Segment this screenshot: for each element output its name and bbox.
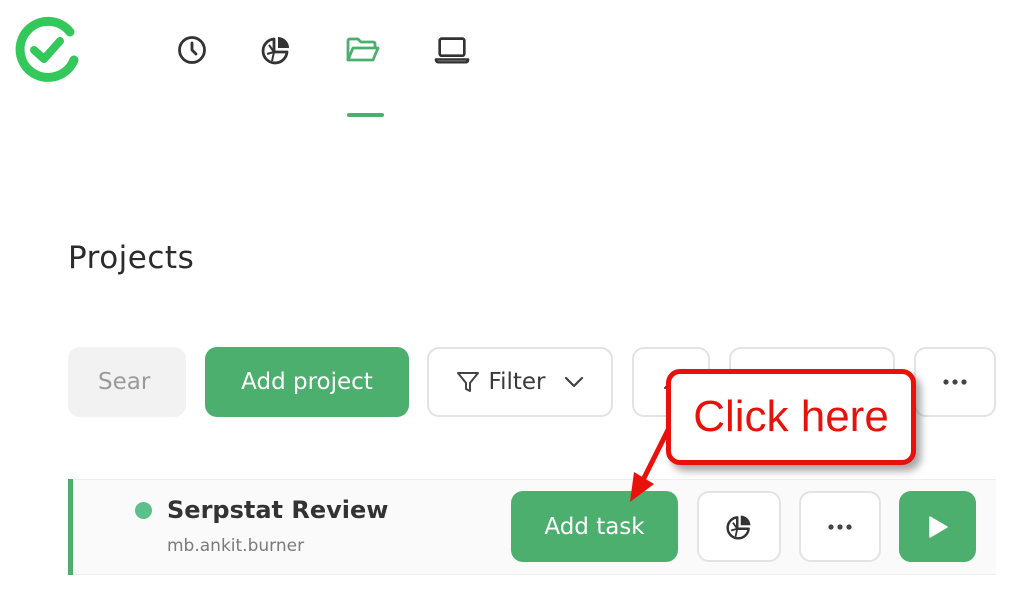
filter-dropdown-button[interactable]: Filter <box>427 347 613 417</box>
ellipsis-icon <box>942 378 968 386</box>
search-input[interactable] <box>68 347 186 417</box>
app-logo-icon[interactable] <box>12 14 80 84</box>
filter-icon <box>455 369 481 395</box>
chevron-down-icon <box>563 375 585 389</box>
annotation-text: Click here <box>693 392 889 441</box>
active-tab-indicator <box>347 113 384 117</box>
start-timer-button[interactable] <box>899 491 976 562</box>
more-options-button[interactable] <box>914 347 996 417</box>
add-project-label: Add project <box>241 369 373 395</box>
top-navigation-bar <box>0 0 1024 130</box>
nav-projects-folder-open-icon[interactable] <box>345 32 381 68</box>
nav-time-tracker-clock-icon[interactable] <box>174 32 210 68</box>
project-status-dot <box>135 502 152 519</box>
project-row-accent-bar <box>68 479 73 575</box>
nav-reports-pie-chart-icon[interactable] <box>258 32 294 68</box>
ellipsis-icon <box>827 523 853 531</box>
project-owner: mb.ankit.burner <box>167 536 305 556</box>
project-name[interactable]: Serpstat Review <box>167 496 388 524</box>
annotation-callout: Click here <box>666 369 916 465</box>
pie-chart-icon <box>725 513 753 541</box>
filter-label: Filter <box>488 369 546 395</box>
add-task-label: Add task <box>544 513 645 540</box>
add-project-button[interactable]: Add project <box>205 347 409 417</box>
nav-devices-laptop-icon[interactable] <box>434 32 470 68</box>
play-icon <box>926 514 950 540</box>
page-title: Projects <box>68 240 195 276</box>
project-more-options-button[interactable] <box>799 491 881 562</box>
